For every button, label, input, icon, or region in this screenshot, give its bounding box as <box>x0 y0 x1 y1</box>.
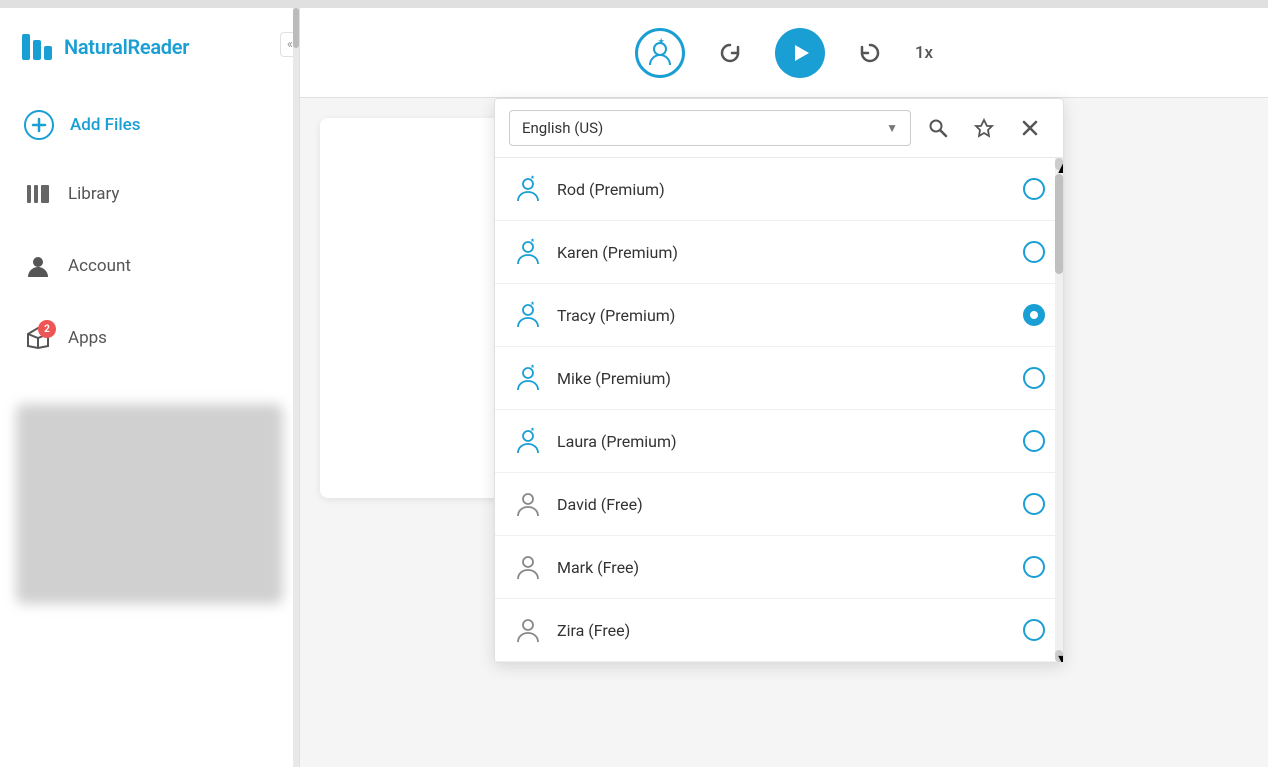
voice-item-laura[interactable]: Laura (Premium) <box>495 410 1063 473</box>
sidebar-nav: Add Files Library <box>0 82 299 384</box>
sidebar-item-apps[interactable]: 2 Apps <box>0 302 299 374</box>
play-button[interactable] <box>775 28 825 78</box>
scroll-bottom-arrow: ▼ <box>1055 650 1063 662</box>
voice-list-scrollbar[interactable]: ▲ ▼ <box>1055 158 1063 662</box>
plus-circle-icon <box>24 110 54 140</box>
voice-person-star-icon <box>513 426 543 456</box>
app-logo: NaturalReader <box>20 28 189 66</box>
voice-item-david[interactable]: David (Free) <box>495 473 1063 536</box>
person-star-svg <box>514 238 542 266</box>
voice-person-icon <box>513 552 543 582</box>
account-svg <box>25 253 51 279</box>
sidebar: NaturalReader « Add Files <box>0 8 300 767</box>
logo-area: NaturalReader <box>0 8 299 82</box>
voice-name: Mike (Premium) <box>557 369 1009 388</box>
voice-item-mark[interactable]: Mark (Free) <box>495 536 1063 599</box>
search-button[interactable] <box>919 109 957 147</box>
person-star-svg <box>514 364 542 392</box>
voice-radio[interactable] <box>1023 493 1045 515</box>
app-name: NaturalReader <box>64 35 189 59</box>
voice-radio[interactable] <box>1023 178 1045 200</box>
person-svg <box>514 490 542 518</box>
library-icon <box>24 180 52 208</box>
voice-radio[interactable] <box>1023 556 1045 578</box>
voice-radio-selected[interactable] <box>1023 304 1045 326</box>
voice-item-mike[interactable]: Mike (Premium) <box>495 347 1063 410</box>
voice-item-karen[interactable]: Karen (Premium) <box>495 221 1063 284</box>
voice-person-star-icon <box>513 300 543 330</box>
voice-scroll-thumb <box>1055 174 1063 274</box>
voice-radio[interactable] <box>1023 367 1045 389</box>
person-svg <box>514 616 542 644</box>
voice-name: Karen (Premium) <box>557 243 1009 262</box>
voice-name: Zira (Free) <box>557 621 1009 640</box>
plus-icon <box>31 117 47 133</box>
sidebar-preview <box>16 404 283 604</box>
voice-name: Laura (Premium) <box>557 432 1009 451</box>
apps-badge: 2 <box>38 320 56 338</box>
pin-button[interactable] <box>965 109 1003 147</box>
add-files-label: Add Files <box>70 115 141 135</box>
main-content: 1x English (US) ▼ <box>300 8 1268 767</box>
voice-item-tracy[interactable]: Tracy (Premium) <box>495 284 1063 347</box>
close-icon <box>1021 119 1039 137</box>
account-label: Account <box>68 256 131 276</box>
sidebar-item-library[interactable]: Library <box>0 158 299 230</box>
person-star-svg <box>514 427 542 455</box>
sidebar-item-add-files[interactable]: Add Files <box>0 92 299 158</box>
speed-control[interactable]: 1x <box>915 43 933 63</box>
person-star-svg <box>514 301 542 329</box>
library-label: Library <box>68 184 119 204</box>
library-svg <box>25 181 51 207</box>
voice-person-star-icon <box>513 237 543 267</box>
sidebar-scroll-thumb <box>293 8 299 48</box>
sidebar-item-account[interactable]: Account <box>0 230 299 302</box>
sidebar-scrollbar[interactable] <box>293 8 299 767</box>
voice-radio[interactable] <box>1023 619 1045 641</box>
voice-name: Tracy (Premium) <box>557 306 1009 325</box>
search-icon <box>928 118 948 138</box>
voice-name: Mark (Free) <box>557 558 1009 577</box>
voice-person-star-icon <box>513 174 543 204</box>
toolbar: 1x <box>300 8 1268 98</box>
person-star-svg <box>514 175 542 203</box>
apps-label: Apps <box>68 328 107 348</box>
voice-person-star-icon <box>513 363 543 393</box>
forward-icon <box>857 40 883 66</box>
pin-icon <box>974 118 994 138</box>
close-button[interactable] <box>1011 109 1049 147</box>
apps-icon-container: 2 <box>24 324 52 352</box>
voice-list: Rod (Premium) Karen (Premium) <box>495 158 1063 662</box>
voice-name: Rod (Premium) <box>557 180 1009 199</box>
language-label: English (US) <box>522 119 878 137</box>
voice-radio[interactable] <box>1023 241 1045 263</box>
rewind-icon <box>717 40 743 66</box>
voice-name: David (Free) <box>557 495 1009 514</box>
account-icon <box>24 252 52 280</box>
voice-panel-header: English (US) ▼ <box>495 99 1063 158</box>
scroll-top-arrow: ▲ <box>1055 158 1063 170</box>
forward-button[interactable] <box>845 28 895 78</box>
voice-panel: English (US) ▼ <box>494 98 1064 663</box>
play-icon <box>789 42 811 64</box>
language-select[interactable]: English (US) ▼ <box>509 110 911 146</box>
person-svg <box>514 553 542 581</box>
voice-item-zira[interactable]: Zira (Free) <box>495 599 1063 662</box>
dropdown-arrow-icon: ▼ <box>886 121 898 135</box>
voice-person-icon <box>513 489 543 519</box>
logo-svg <box>20 28 58 66</box>
voice-radio[interactable] <box>1023 430 1045 452</box>
voice-selector-button[interactable] <box>635 28 685 78</box>
rewind-button[interactable] <box>705 28 755 78</box>
user-star-icon <box>644 37 676 69</box>
voice-person-icon <box>513 615 543 645</box>
voice-item-rod[interactable]: Rod (Premium) <box>495 158 1063 221</box>
